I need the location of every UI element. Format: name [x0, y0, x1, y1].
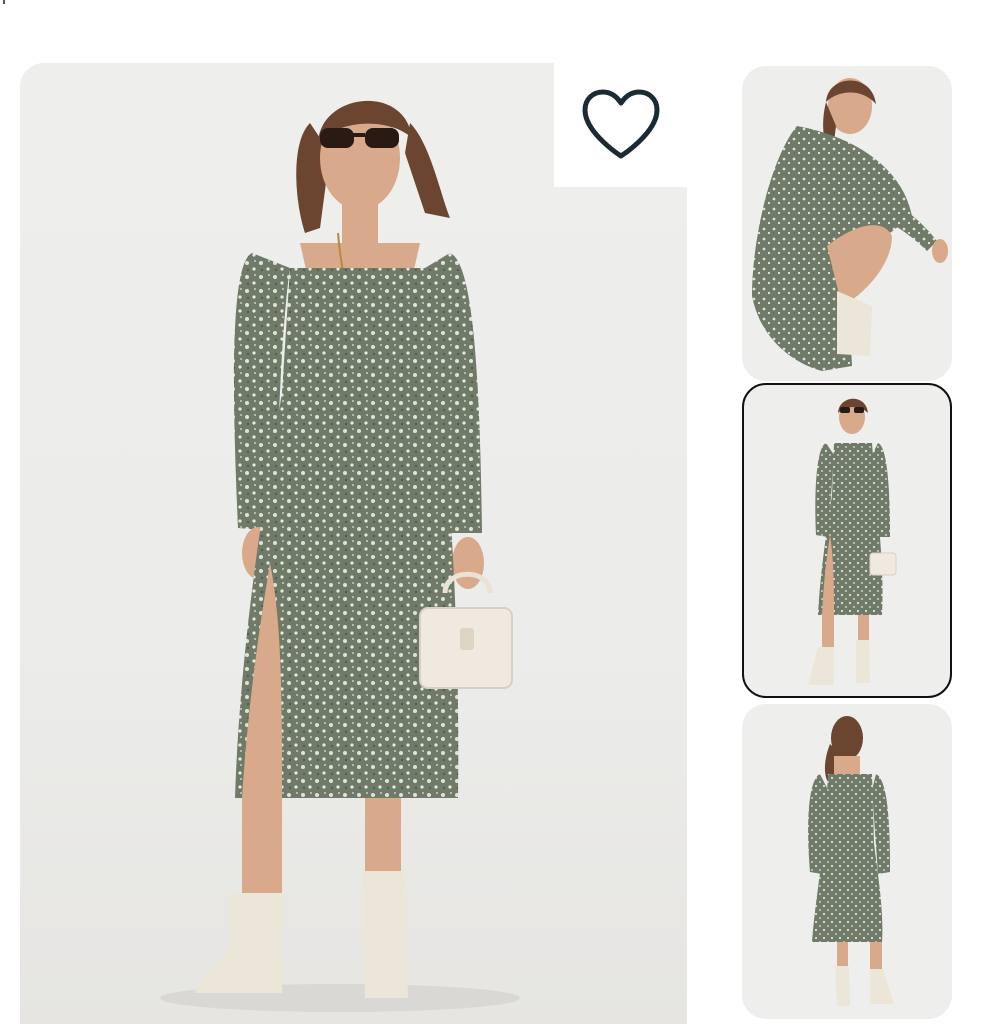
heart-outline-icon: [582, 89, 659, 159]
main-product-image[interactable]: [20, 63, 687, 1024]
text-cursor: [3, 0, 5, 4]
model-crouching-illustration: [752, 78, 948, 371]
model-front-illustration: [160, 100, 520, 1012]
favorite-button[interactable]: [554, 63, 687, 187]
model-front-small-illustration: [808, 398, 897, 685]
thumbnail-front-selected[interactable]: [742, 383, 952, 698]
thumbnail-crouching[interactable]: [742, 66, 952, 381]
thumbnail-back[interactable]: [742, 704, 952, 1019]
model-back-illustration: [808, 716, 894, 1006]
